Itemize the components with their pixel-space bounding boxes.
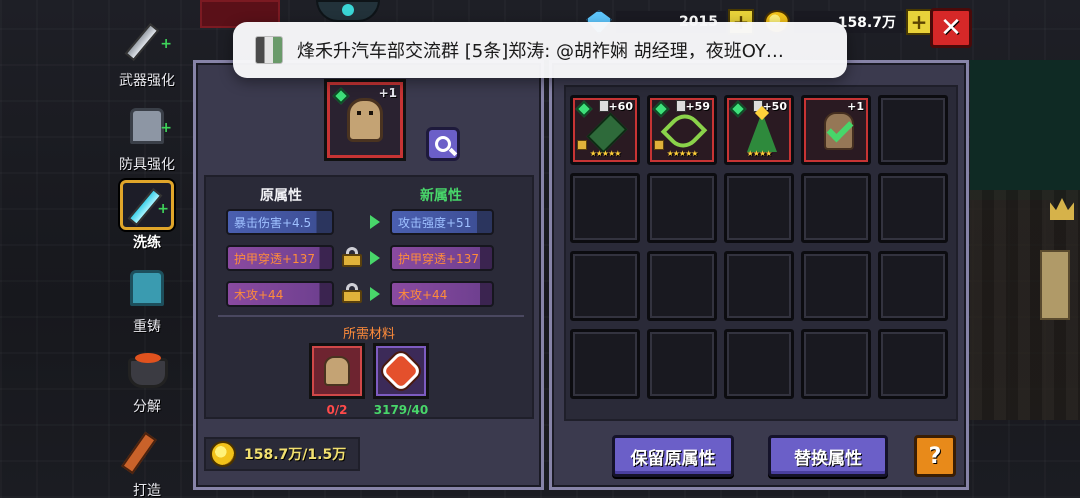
arrow-right-icon xyxy=(370,215,380,229)
inventory-slot-empty[interactable] xyxy=(570,251,640,321)
inventory-slot-empty[interactable] xyxy=(570,173,640,243)
nav-armor-upgrade[interactable]: + 防具强化 xyxy=(104,98,190,178)
gold-coin-icon xyxy=(210,441,236,467)
materials-header: 所需材料 xyxy=(342,327,395,342)
inventory-slot-empty[interactable] xyxy=(724,251,794,321)
gem-icon xyxy=(652,100,670,118)
armor-upgrade-icon: + xyxy=(120,102,174,152)
new-attr-header: 新属性 xyxy=(420,188,462,204)
material-slot[interactable] xyxy=(309,343,365,399)
green-crossbow-icon xyxy=(660,107,708,155)
green-dragon-spear-icon xyxy=(586,112,628,154)
reforge-stone-icon xyxy=(379,349,423,393)
lock-icon[interactable] xyxy=(342,247,362,267)
keep-original-button[interactable]: 保留原属性 xyxy=(612,435,734,477)
nav-recast[interactable]: 重铸 xyxy=(104,260,190,340)
inventory-slot-empty[interactable] xyxy=(878,251,948,321)
cauldron-icon xyxy=(120,344,174,394)
background-tower xyxy=(1040,250,1070,320)
upgrade-level: +59 xyxy=(685,100,710,113)
reforge-sword-icon: + xyxy=(120,180,174,230)
inventory-slot-empty[interactable] xyxy=(801,173,871,243)
inventory-slot-empty[interactable] xyxy=(647,251,717,321)
gem-icon xyxy=(575,100,593,118)
star-rating: ★★★★ xyxy=(746,149,773,158)
nav-label: 防具强化 xyxy=(119,157,175,173)
divider xyxy=(218,315,524,317)
inventory-slot-empty[interactable] xyxy=(878,173,948,243)
nav-label: 重铸 xyxy=(133,319,161,335)
inventory-slot-empty[interactable] xyxy=(647,329,717,399)
original-attr-header: 原属性 xyxy=(260,188,302,204)
background-green-floor xyxy=(970,60,1080,200)
attr-row: 暴击伤害+4.5 攻击强度+51 xyxy=(226,209,526,235)
inventory-slot-empty[interactable] xyxy=(570,329,640,399)
nav-forge[interactable]: 打造 xyxy=(104,424,190,498)
inventory-slot-empty[interactable] xyxy=(724,329,794,399)
notification-toast[interactable]: 烽禾升汽车部交流群 [5条]郑涛: @胡祚娴 胡经理，夜班OY… xyxy=(233,22,847,78)
inventory-slot-empty[interactable] xyxy=(878,95,948,165)
nav-dismantle[interactable]: 分解 xyxy=(104,340,190,420)
star-rating: ★★★★★ xyxy=(666,149,699,158)
inventory-slot-empty[interactable] xyxy=(801,251,871,321)
doll-material-icon xyxy=(324,356,350,386)
star-rating: ★★★★★ xyxy=(589,149,622,158)
nav-reforge[interactable]: + 洗练 xyxy=(104,176,190,256)
lock-icon[interactable] xyxy=(342,283,362,303)
new-attr: 攻击强度+51 xyxy=(390,209,494,235)
nav-label: 分解 xyxy=(133,399,161,415)
new-attr: 木攻+44 xyxy=(390,281,494,307)
attr-row: 木攻+44 木攻+44 xyxy=(226,281,526,307)
arrow-right-icon xyxy=(370,251,380,265)
gem-icon xyxy=(729,100,747,118)
original-attr: 木攻+44 xyxy=(226,281,334,307)
upgrade-level: +1 xyxy=(847,100,864,113)
gold-cost: 158.7万/1.5万 xyxy=(204,437,360,471)
replace-attributes-button[interactable]: 替换属性 xyxy=(768,435,888,477)
attribute-box: 原属性 新属性 暴击伤害+4.5 攻击强度+51 护甲穿透+137 护甲穿透+1… xyxy=(204,175,534,419)
inventory-grid: +60 ★★★★★ +59 ★★★★★ +50 ★★★★ +1 xyxy=(564,85,958,421)
nav-label: 打造 xyxy=(133,483,161,498)
inventory-slot-empty[interactable] xyxy=(647,173,717,243)
gold-cost-value: 158.7万/1.5万 xyxy=(244,447,347,463)
material-slot[interactable] xyxy=(373,343,429,399)
inventory-slot-selected[interactable]: +1 xyxy=(801,95,871,165)
close-button[interactable]: ✕ xyxy=(930,8,972,48)
doll-armor-icon xyxy=(347,98,383,142)
inventory-slot[interactable]: +59 ★★★★★ xyxy=(647,95,717,165)
inventory-slot-empty[interactable] xyxy=(724,173,794,243)
magnify-icon xyxy=(435,136,451,152)
original-attr: 暴击伤害+4.5 xyxy=(226,209,334,235)
help-button[interactable]: ? xyxy=(914,435,956,477)
recast-armor-icon xyxy=(120,264,174,314)
inventory-slot-empty[interactable] xyxy=(878,329,948,399)
material-count: 3179/40 xyxy=(373,403,429,417)
add-gold-button[interactable]: + xyxy=(906,9,932,35)
notification-text: 烽禾升汽车部交流群 [5条]郑涛: @胡祚娴 胡经理，夜班OY… xyxy=(297,41,784,62)
upgrade-level: +60 xyxy=(608,100,633,113)
forge-hammer-icon xyxy=(120,428,174,478)
nav-label: 洗练 xyxy=(133,235,161,251)
reforge-panel: +1 原属性 新属性 暴击伤害+4.5 攻击强度+51 护甲穿透+137 护甲穿… xyxy=(193,60,544,490)
inventory-panel: +60 ★★★★★ +59 ★★★★★ +50 ★★★★ +1 保留原属性 替换… xyxy=(549,60,969,490)
nav-label: 武器强化 xyxy=(119,73,175,89)
sword-upgrade-icon: + xyxy=(120,18,174,68)
inventory-slot[interactable]: +60 ★★★★★ xyxy=(570,95,640,165)
selected-item-slot[interactable]: +1 xyxy=(324,79,406,161)
new-attr: 护甲穿透+137 xyxy=(390,245,494,271)
group-chat-icon xyxy=(255,36,283,64)
attr-row: 护甲穿透+137 护甲穿透+137 xyxy=(226,245,526,271)
arrow-right-icon xyxy=(370,287,380,301)
nav-weapon-upgrade[interactable]: + 武器强化 xyxy=(104,14,190,94)
inspect-button[interactable] xyxy=(426,127,460,161)
material-count: 0/2 xyxy=(326,403,348,417)
inventory-slot-empty[interactable] xyxy=(801,329,871,399)
inventory-slot[interactable]: +50 ★★★★ xyxy=(724,95,794,165)
original-attr: 护甲穿透+137 xyxy=(226,245,334,271)
